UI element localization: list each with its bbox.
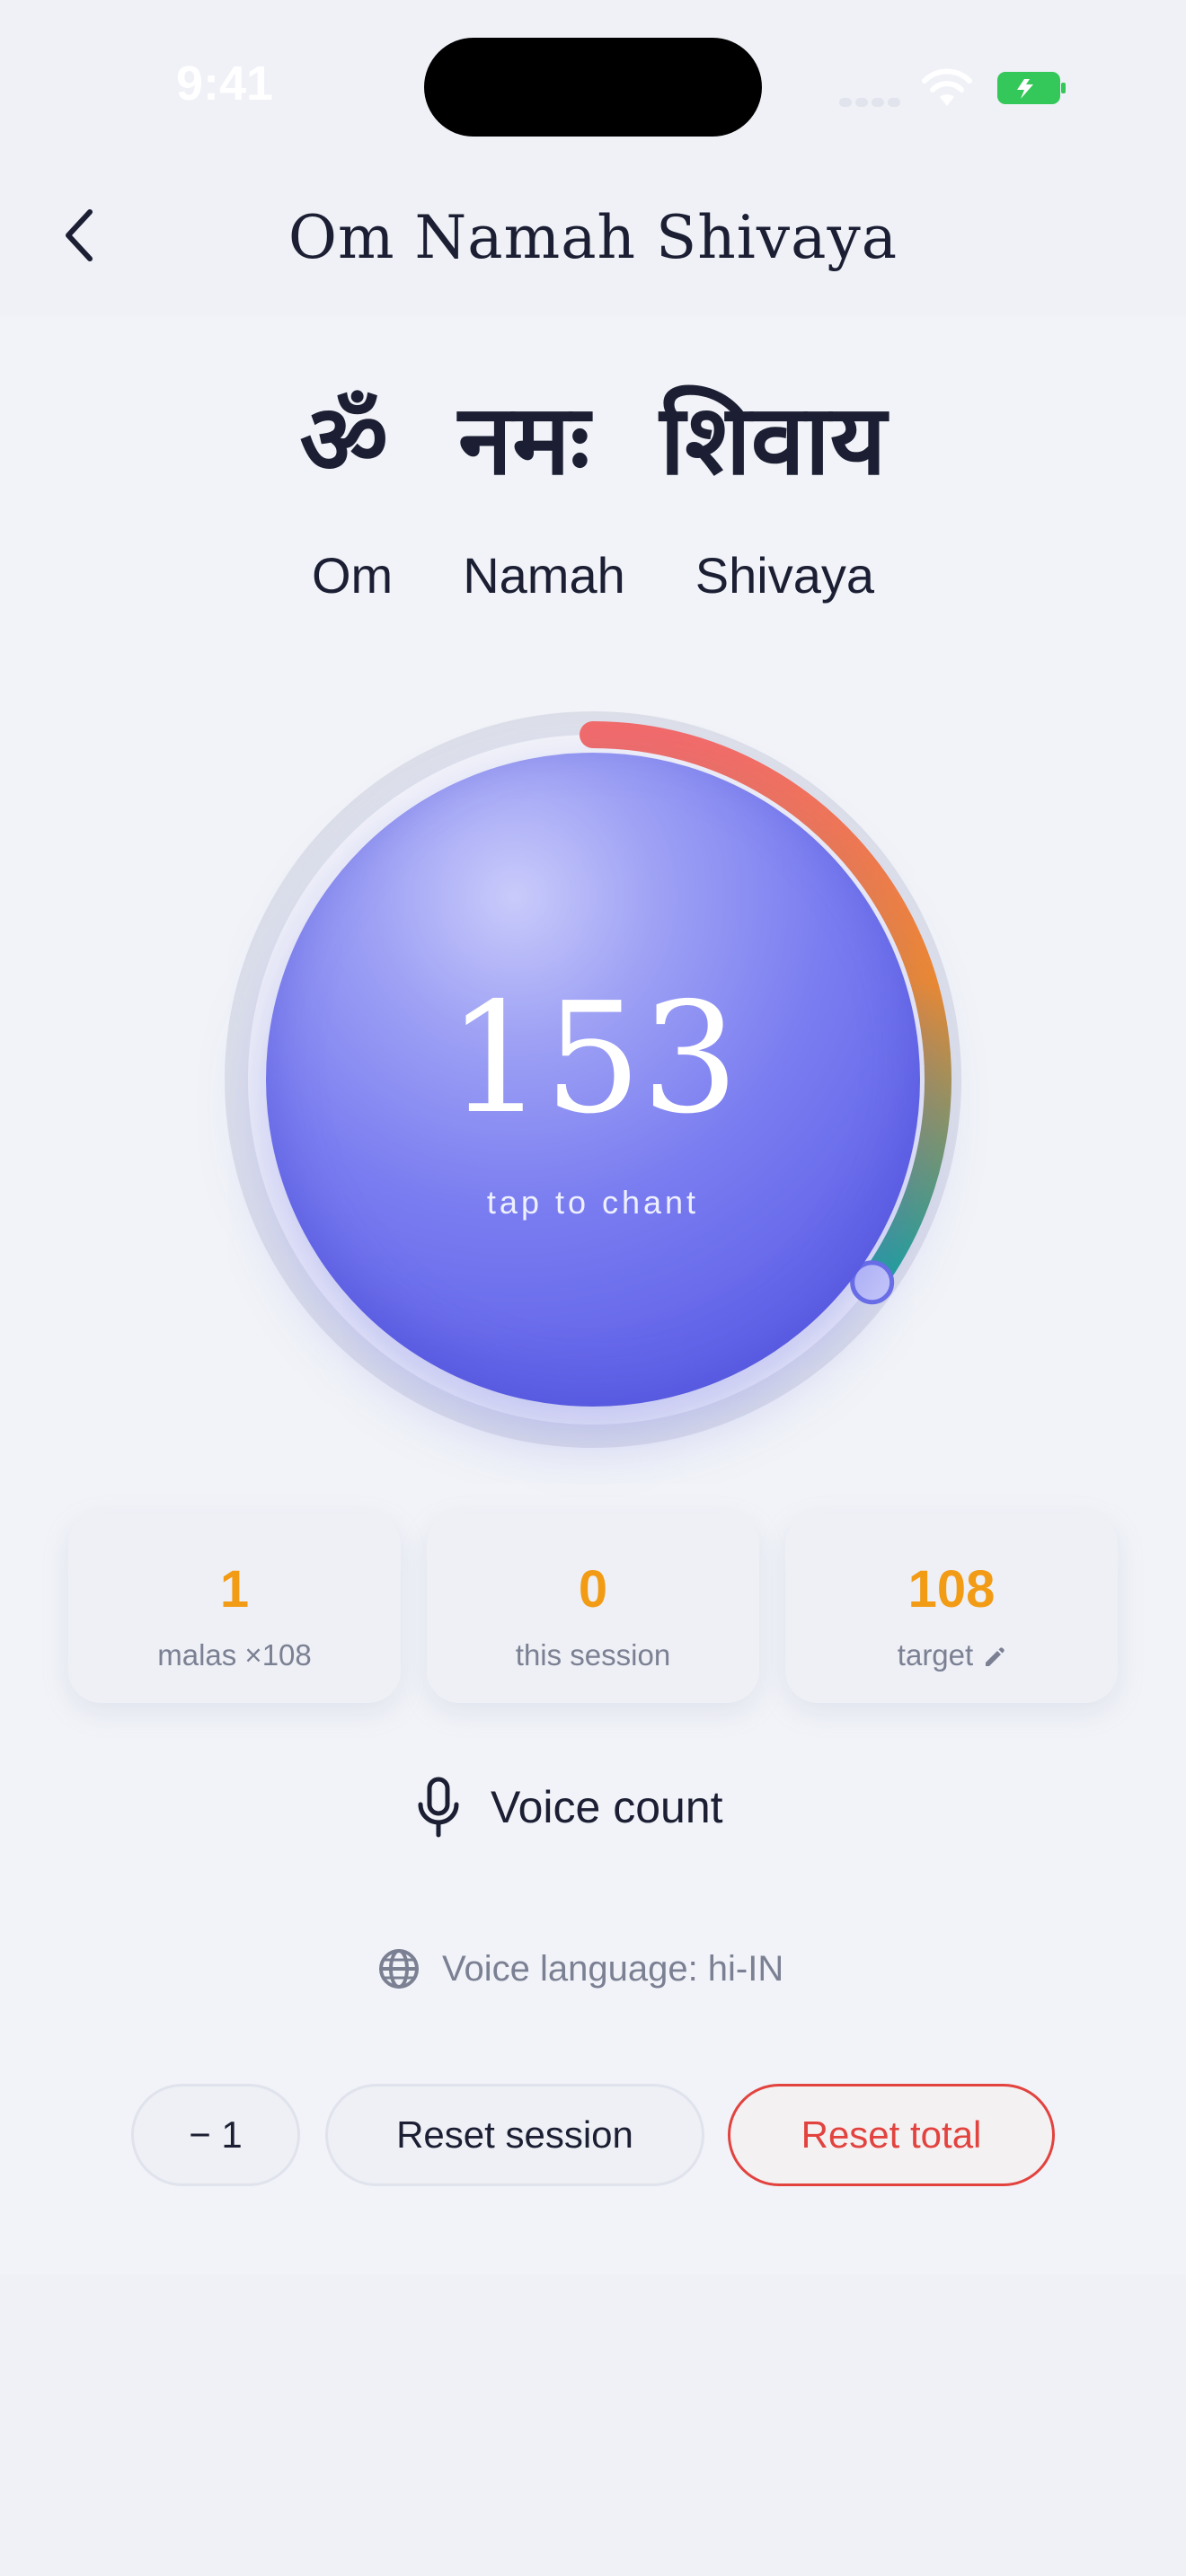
decrement-button[interactable]: − 1 (131, 2084, 300, 2186)
stat-target[interactable]: 108 target (785, 1513, 1118, 1703)
mantra-devanagari: ॐ नमः शिवाय (0, 370, 1186, 502)
back-button[interactable] (43, 199, 115, 271)
cellular-signal-icon (839, 93, 904, 110)
devanagari-word-shivaya: शिवाय (659, 384, 887, 497)
battery-icon (997, 72, 1066, 104)
chant-hint: tap to chant (486, 1184, 700, 1221)
stat-session-label: this session (515, 1638, 671, 1672)
nav-header: Om Namah Shivaya (0, 171, 1186, 314)
pencil-icon[interactable] (982, 1645, 1005, 1668)
mantra-card: ॐ नमः शिवाय Om Namah Shivaya 153 tap to … (0, 316, 1186, 2274)
reset-total-button[interactable]: Reset total (728, 2084, 1055, 2186)
translit-word-namah: Namah (463, 547, 625, 604)
reset-session-button[interactable]: Reset session (325, 2084, 704, 2186)
page-title: Om Namah Shivaya (288, 203, 898, 272)
stat-malas: 1 malas ×108 (68, 1513, 401, 1703)
mantra-transliteration: Om Namah Shivaya (0, 546, 1186, 604)
chant-tap-button[interactable]: 153 tap to chant (266, 753, 920, 1407)
stat-malas-label: malas ×108 (157, 1638, 312, 1672)
microphone-icon (418, 1777, 459, 1838)
status-time: 9:41 (175, 57, 274, 110)
translit-word-shivaya: Shivaya (695, 547, 874, 604)
actions-row: − 1 Reset session Reset total (0, 2084, 1186, 2192)
dynamic-island (424, 38, 762, 137)
chant-count: 153 (447, 970, 739, 1148)
stat-target-value: 108 (907, 1560, 996, 1619)
wifi-icon (922, 68, 972, 106)
globe-icon (379, 1949, 419, 1989)
status-bar: 9:41 (0, 0, 1186, 171)
chevron-left-icon (66, 209, 93, 261)
chant-counter: 153 tap to chant (207, 693, 979, 1466)
stat-malas-value: 1 (219, 1560, 250, 1619)
translit-word-om: Om (312, 547, 394, 604)
stats-row: 1 malas ×108 0 this session 108 target (68, 1513, 1118, 1703)
voice-count-label: Voice count (491, 1782, 723, 1832)
stat-target-label-wrap: target (785, 1638, 1118, 1672)
stat-session-value: 0 (578, 1560, 608, 1619)
devanagari-word-om: ॐ (299, 384, 389, 497)
stat-session: 0 this session (427, 1513, 759, 1703)
devanagari-word-namah: नमः (458, 384, 590, 497)
voice-language-label: Voice language: hi-IN (442, 1948, 784, 1989)
stat-target-label: target (897, 1638, 974, 1672)
voice-language-button[interactable]: Voice language: hi-IN (377, 1933, 863, 2005)
voice-count-button[interactable]: Voice count (413, 1762, 791, 1852)
